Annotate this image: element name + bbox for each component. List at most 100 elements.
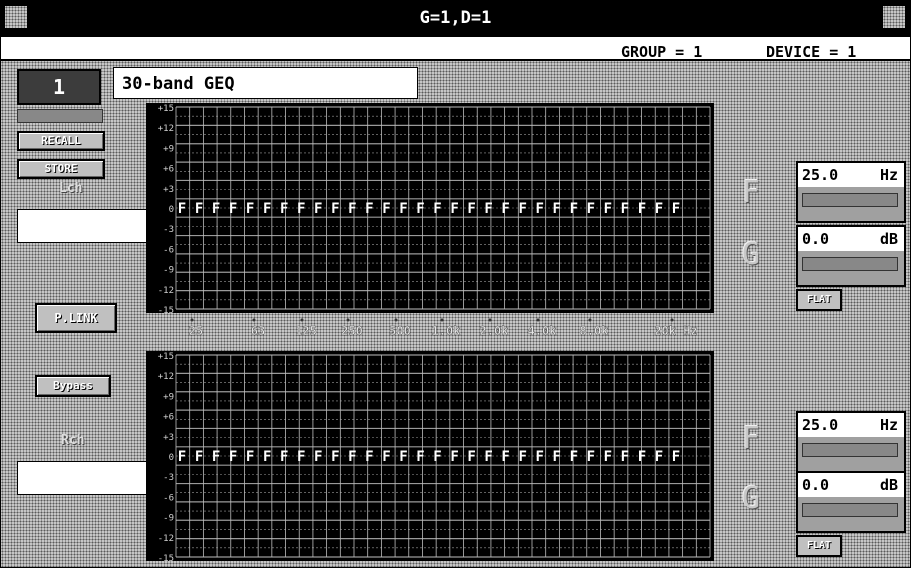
bypass-button[interactable]: Bypass [35,375,111,397]
lch-band-marker[interactable]: F [467,201,475,217]
rch-band-marker[interactable]: F [229,449,237,465]
rch-name-field[interactable] [17,461,147,495]
rch-flat-button[interactable]: FLAT [796,535,842,557]
rch-band-marker[interactable]: F [382,449,390,465]
rch-eq-svg[interactable]: +15+12+9+6+30-3-6-9-12-15F F F F F F F F F F F F F F F… [146,351,714,561]
rch-band-marker[interactable]: F [212,449,220,465]
freq-tick-dot [190,318,194,322]
rch-band-marker[interactable]: F [621,449,629,465]
rch-band-marker[interactable]: F [416,449,424,465]
lch-band-marker[interactable]: F [433,201,441,217]
rch-band-marker[interactable]: F [536,449,544,465]
lch-band-marker[interactable]: F [655,201,663,217]
lch-band-marker[interactable]: F [570,201,578,217]
status-bar: GROUP = 1 DEVICE = 1 [1,37,910,61]
lch-db-tick-label: 0 [169,205,174,215]
rch-band-marker[interactable]: F [399,449,407,465]
lch-band-marker[interactable]: F [416,201,424,217]
rch-band-marker[interactable]: F [246,449,254,465]
rch-band-marker[interactable]: F [638,449,646,465]
recall-button[interactable]: RECALL [17,131,105,151]
store-button[interactable]: STORE [17,159,105,179]
lch-flat-button[interactable]: FLAT [796,289,842,311]
lch-band-marker[interactable]: F [212,201,220,217]
freq-tick-dot [300,318,304,322]
lch-band-marker[interactable]: F [587,201,595,217]
lch-band-marker[interactable]: F [553,201,561,217]
lch-band-marker[interactable]: F [348,201,356,217]
channel-number[interactable]: 1 [17,69,101,105]
lch-band-marker[interactable]: F [314,201,322,217]
lch-freq-scroll[interactable] [802,193,898,207]
lch-band-marker[interactable]: F [501,201,509,217]
rch-band-marker[interactable]: F [587,449,595,465]
app-window: G=1,D=1 GROUP = 1 DEVICE = 1 1 30-band G… [0,0,911,568]
rch-band-marker[interactable]: F [331,449,339,465]
lch-band-marker[interactable]: F [280,201,288,217]
lch-band-marker[interactable]: F [195,201,203,217]
rch-band-marker[interactable]: F [518,449,526,465]
lch-band-marker[interactable]: F [638,201,646,217]
rch-band-marker[interactable]: F [655,449,663,465]
rch-band-marker[interactable]: F [195,449,203,465]
rch-freq-control[interactable]: 25.0 Hz [796,411,906,473]
lch-band-marker[interactable]: F [672,201,680,217]
rch-band-marker[interactable]: F [348,449,356,465]
lch-band-marker[interactable]: F [263,201,271,217]
rch-band-marker[interactable]: F [297,449,305,465]
window-control-icon[interactable] [883,6,905,28]
rch-freq-scroll[interactable] [802,443,898,457]
rch-band-marker[interactable]: F [314,449,322,465]
lch-gain-value[interactable]: 0.0 dB [798,227,904,251]
lch-db-tick-label: -3 [163,225,174,235]
lch-db-tick-label: -12 [158,286,174,296]
rch-gain-control[interactable]: 0.0 dB [796,471,906,533]
rch-g-label: G [742,481,761,516]
rch-band-marker[interactable]: F [450,449,458,465]
rch-band-marker[interactable]: F [263,449,271,465]
lch-band-marker[interactable]: F [365,201,373,217]
lch-band-marker[interactable]: F [331,201,339,217]
lch-band-marker[interactable]: F [450,201,458,217]
channel-name[interactable]: 30-band GEQ [113,67,418,99]
rch-db-tick-label: -9 [163,514,174,524]
rch-band-marker[interactable]: F [672,449,680,465]
lch-band-marker[interactable]: F [178,201,186,217]
rch-eq-graph[interactable]: +15 +12 +9 +6 +3 0 -3 -6 -9 -12 -15 F F F F F F F F F F F F F F F… [146,351,714,561]
lch-db-tick-label: -6 [163,245,174,255]
lch-band-marker[interactable]: F [518,201,526,217]
lch-band-marker[interactable]: F [399,201,407,217]
rch-band-marker[interactable]: F [553,449,561,465]
rch-gain-value[interactable]: 0.0 dB [798,473,904,497]
lch-band-marker[interactable]: F [484,201,492,217]
rch-band-marker[interactable]: F [570,449,578,465]
lch-eq-graph[interactable]: +15 +12 +9 +6 +3 0 -3 -6 -9 -12 -15 F F F F F F F F F F F F F F F… [146,103,714,313]
rch-band-marker[interactable]: F [365,449,373,465]
plink-button[interactable]: P.LINK [35,303,117,333]
lch-band-marker[interactable]: F [246,201,254,217]
lch-gain-control[interactable]: 0.0 dB [796,225,906,287]
rch-band-marker[interactable]: F [280,449,288,465]
rch-band-marker[interactable]: F [178,449,186,465]
lch-band-marker[interactable]: F [604,201,612,217]
lch-freq-control[interactable]: 25.0 Hz [796,161,906,223]
lch-band-marker[interactable]: F [297,201,305,217]
lch-band-marker[interactable]: F [621,201,629,217]
rch-band-marker[interactable]: F [484,449,492,465]
rch-gain-scroll[interactable] [802,503,898,517]
rch-band-marker[interactable]: F [501,449,509,465]
lch-band-marker[interactable]: F [382,201,390,217]
channel-scroll[interactable] [17,109,103,123]
lch-db-tick-label: +12 [158,124,174,134]
rch-freq-value[interactable]: 25.0 Hz [798,413,904,437]
lch-freq-value[interactable]: 25.0 Hz [798,163,904,187]
lch-band-marker[interactable]: F [536,201,544,217]
lch-band-marker[interactable]: F [229,201,237,217]
lch-name-field[interactable] [17,209,147,243]
lch-gain-scroll[interactable] [802,257,898,271]
rch-band-marker[interactable]: F [604,449,612,465]
rch-band-marker[interactable]: F [467,449,475,465]
freq-tick-label: 8.0k [580,324,610,338]
lch-eq-svg[interactable]: +15+12+9+6+30-3-6-9-12-15F F F F F F F F F F F F F F F… [146,103,714,313]
rch-band-marker[interactable]: F [433,449,441,465]
